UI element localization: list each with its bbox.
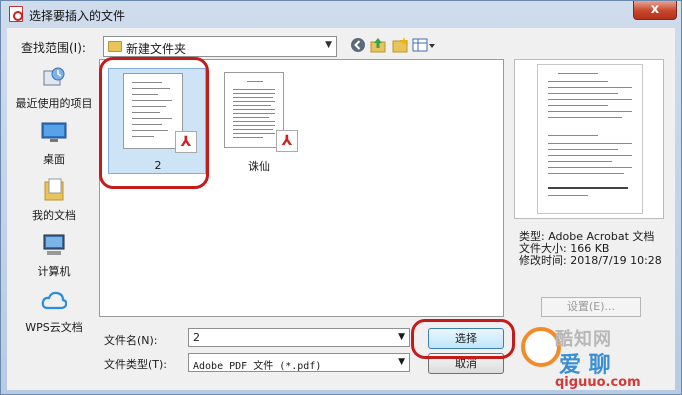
titlebar[interactable]: 选择要插入的文件 x — [1, 1, 681, 27]
file-modified-info: 修改时间: 2018/7/19 10:28 — [519, 254, 662, 267]
up-folder-icon[interactable] — [369, 37, 387, 55]
highlight-select-button — [411, 319, 515, 359]
place-my-documents[interactable]: 我的文档 — [11, 173, 97, 225]
place-wps-cloud[interactable]: WPS云文档 — [11, 285, 97, 337]
settings-button[interactable]: 设置(E)... — [541, 297, 641, 317]
file-name-input[interactable]: 2 ▼ — [188, 328, 410, 347]
place-label: 最近使用的项目 — [15, 97, 93, 110]
view-menu-icon[interactable] — [412, 37, 436, 55]
chevron-down-icon: ▼ — [398, 357, 405, 367]
place-label: 计算机 — [37, 265, 71, 278]
look-in-dropdown[interactable]: 新建文件夹 ▼ — [103, 36, 337, 57]
pdf-app-icon — [9, 6, 23, 22]
place-label: 我的文档 — [32, 209, 76, 222]
file-name-value: 2 — [193, 331, 200, 344]
document-thumbnail — [224, 72, 284, 148]
file-type-value: Adobe PDF 文件 (*.pdf) — [193, 361, 322, 372]
file-type-label: 文件类型(T): — [104, 358, 168, 371]
desktop-icon — [41, 121, 67, 145]
file-info: 类型: Adobe Acrobat 文档 文件大小: 166 KB 修改时间: … — [519, 231, 662, 267]
chevron-down-icon: ▼ — [325, 40, 332, 50]
highlight-selected-file — [99, 57, 209, 189]
watermark-text: qiguuo.com — [555, 375, 641, 390]
window-title: 选择要插入的文件 — [29, 9, 126, 23]
file-item[interactable]: ⅄ 诛仙 — [210, 68, 308, 174]
close-button[interactable]: x — [633, 1, 677, 20]
place-label: WPS云文档 — [25, 321, 83, 334]
pdf-icon: ⅄ — [276, 130, 298, 152]
recent-items-icon — [41, 65, 67, 89]
place-recent-items[interactable]: 最近使用的项目 — [11, 61, 97, 113]
watermark: 酷知网 爱 聊 qiguuo.com — [515, 319, 675, 393]
my-documents-icon — [41, 177, 67, 201]
folder-icon — [108, 41, 122, 52]
cloud-icon — [41, 289, 68, 313]
computer-icon — [41, 233, 67, 257]
file-dialog-window: 选择要插入的文件 x 查找范围(I): 新建文件夹 ▼ 最近使用的项目 桌面 我… — [0, 0, 682, 395]
back-icon[interactable] — [349, 37, 367, 55]
look-in-value: 新建文件夹 — [126, 42, 187, 56]
places-bar: 最近使用的项目 桌面 我的文档 计算机 WPS云文档 — [11, 59, 97, 349]
chevron-down-icon[interactable]: ▼ — [398, 332, 405, 342]
file-name: 诛仙 — [248, 160, 270, 173]
look-in-label: 查找范围(I): — [21, 41, 86, 55]
place-desktop[interactable]: 桌面 — [11, 117, 97, 169]
preview-pane — [514, 59, 664, 219]
preview-page — [537, 64, 643, 214]
file-type-dropdown[interactable]: Adobe PDF 文件 (*.pdf) ▼ — [188, 353, 410, 372]
place-computer[interactable]: 计算机 — [11, 229, 97, 281]
new-folder-icon[interactable] — [391, 37, 409, 55]
file-name-label: 文件名(N): — [104, 334, 158, 347]
place-label: 桌面 — [43, 153, 65, 166]
